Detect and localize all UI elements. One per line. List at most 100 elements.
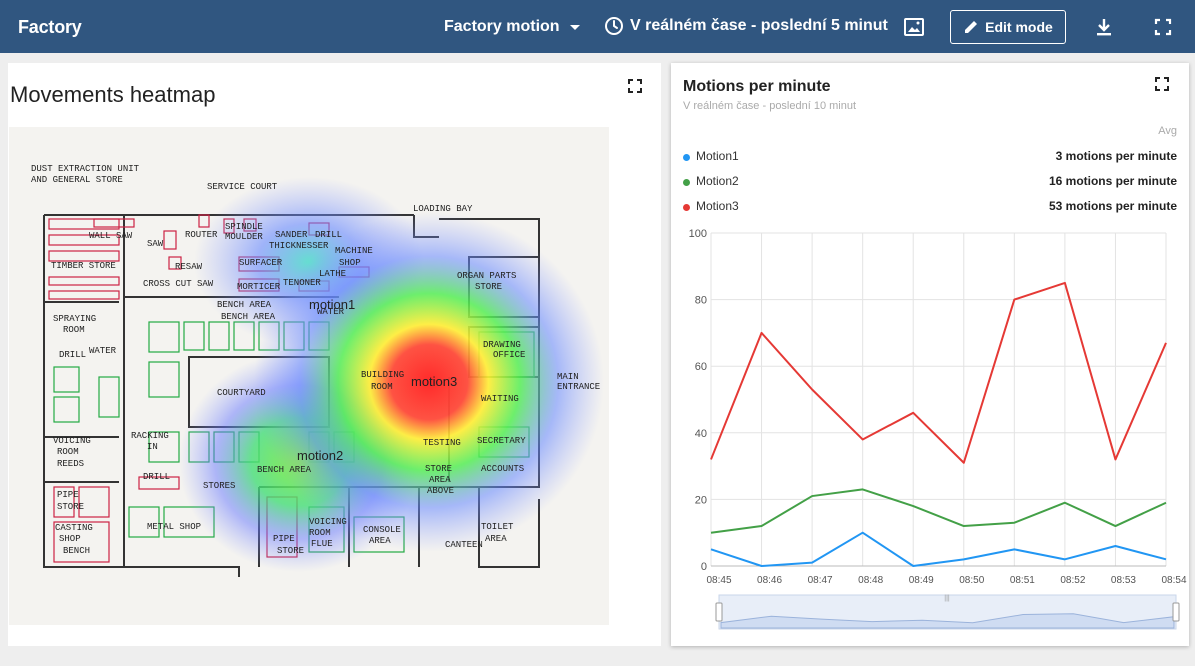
heatmap-fullscreen-button[interactable] xyxy=(628,79,642,98)
download-button[interactable] xyxy=(1092,15,1116,39)
range-navigator: ||| xyxy=(715,594,1180,630)
legend-color-dot xyxy=(683,204,690,211)
floor-plan-label: PIPE xyxy=(273,534,295,544)
series-line-motion1[interactable] xyxy=(710,531,1167,567)
floor-plan-label: ABOVE xyxy=(427,486,454,496)
floor-plan-label: AREA xyxy=(429,475,451,485)
dashboard-selector[interactable]: Factory motion xyxy=(444,18,580,36)
heatmap-title: Movements heatmap xyxy=(10,82,216,107)
floor-plan-label: ROOM xyxy=(309,528,331,538)
x-tick-label: 08:52 xyxy=(1060,575,1085,586)
floor-plan-label: BENCH AREA xyxy=(217,300,272,310)
floor-plan-label: TENONER xyxy=(283,278,321,288)
series-line-motion3[interactable] xyxy=(710,281,1167,464)
floor-plan-label: RACKING xyxy=(131,431,169,441)
floor-plan-label: CASTING xyxy=(55,523,93,533)
series-line-motion2[interactable] xyxy=(710,488,1167,534)
floor-plan-label: ACCOUNTS xyxy=(481,464,524,474)
image-button[interactable] xyxy=(902,15,926,39)
floor-plan-label: BENCH AREA xyxy=(257,465,312,475)
floor-plan-label: FLUE xyxy=(311,539,333,549)
legend-item-motion2[interactable]: Motion2 16 motions per minute xyxy=(683,174,1177,190)
floor-plan-label: TESTING xyxy=(423,438,461,448)
floor-plan-label: THICKNESSER xyxy=(269,241,329,251)
legend-series-name: Motion2 xyxy=(696,174,739,188)
floor-plan-label: ORGAN PARTS xyxy=(457,271,516,281)
floor-plan-label: LATHE xyxy=(319,269,346,279)
fullscreen-icon xyxy=(628,79,642,93)
legend-item-motion1[interactable]: Motion1 3 motions per minute xyxy=(683,149,1177,165)
y-tick-label: 40 xyxy=(695,428,707,440)
x-tick-label: 08:50 xyxy=(959,575,984,586)
floor-plan-label: CONSOLE xyxy=(363,525,401,535)
motion-sensor-marker[interactable]: motion1 xyxy=(309,297,355,312)
x-tick-label: 08:49 xyxy=(909,575,934,586)
edit-mode-label: Edit mode xyxy=(985,19,1053,35)
motion-sensor-marker[interactable]: motion3 xyxy=(411,374,457,389)
chevron-down-icon xyxy=(569,24,580,30)
floor-plan-label: AREA xyxy=(369,536,391,546)
y-tick-label: 100 xyxy=(689,228,707,240)
floor-plan-label: LOADING BAY xyxy=(413,204,473,214)
floor-plan-label: ROOM xyxy=(57,447,79,457)
floor-plan-label: AND GENERAL STORE xyxy=(31,175,123,185)
top-bar: Factory Factory motion V reálném čase - … xyxy=(0,0,1195,53)
legend-series-name: Motion3 xyxy=(696,199,739,213)
floor-plan-label: COURTYARD xyxy=(217,388,266,398)
floor-plan-label: STORE xyxy=(475,282,502,292)
floor-plan-label: DUST EXTRACTION UNIT xyxy=(31,164,140,174)
floor-plan-label: SPINDLE xyxy=(225,222,263,232)
floor-plan-label: MORTICER xyxy=(237,282,281,292)
navigator-left-handle[interactable] xyxy=(715,602,723,622)
floor-plan-label: SURFACER xyxy=(239,258,283,268)
chart-subtitle: V reálném čase - poslední 10 minut xyxy=(683,100,857,112)
floor-plan-label: WAITING xyxy=(481,394,519,404)
floor-plan-label: WALL SAW xyxy=(89,231,133,241)
motion-sensor-marker[interactable]: motion2 xyxy=(297,448,343,463)
heatmap-widget: Movements heatmap DUST EXTRACTION UNIT A… xyxy=(8,63,661,646)
floor-plan-label: DRAWING xyxy=(483,340,521,350)
floor-plan-label: REEDS xyxy=(57,459,84,469)
floor-plan-label: VOICING xyxy=(309,517,347,527)
floor-plan-label: IN xyxy=(147,442,158,452)
chart-fullscreen-button[interactable] xyxy=(1155,77,1169,96)
floor-plan-label: SANDER xyxy=(275,230,308,240)
chart-title: Motions per minute xyxy=(683,78,831,95)
edit-mode-button[interactable]: Edit mode xyxy=(950,10,1066,44)
clock-icon xyxy=(605,17,623,35)
time-range-selector[interactable]: V reálném čase - poslední 5 minut xyxy=(604,16,888,36)
legend-item-motion3[interactable]: Motion3 53 motions per minute xyxy=(683,199,1177,215)
y-tick-label: 20 xyxy=(695,494,707,506)
floor-plan-label: ENTRANCE xyxy=(557,382,600,392)
navigator-right-handle[interactable] xyxy=(1172,602,1180,622)
legend-color-dot xyxy=(683,154,690,161)
floor-plan-label: CANTEEN xyxy=(445,540,483,550)
floor-plan-label: OFFICE xyxy=(493,350,525,360)
floor-plan-label: ROOM xyxy=(371,382,393,392)
navigator-grip-icon[interactable]: ||| xyxy=(944,595,950,602)
x-tick-label: 08:54 xyxy=(1161,575,1186,586)
floor-plan-label: METAL SHOP xyxy=(147,522,201,532)
chart-widget: Motions per minute V reálném čase - posl… xyxy=(671,63,1189,646)
floor-plan-label: PIPE xyxy=(57,490,79,500)
floor-plan-label: VOICING xyxy=(53,436,91,446)
floor-plan-label: SHOP xyxy=(59,534,81,544)
floor-plan-label: MACHINE xyxy=(335,246,373,256)
floor-plan-label: SPRAYING xyxy=(53,314,96,324)
floor-plan-label: SAW xyxy=(147,239,164,249)
floor-plan-label: DRILL xyxy=(143,472,170,482)
floor-plan-label: WATER xyxy=(89,346,117,356)
floor-plan-label: AREA xyxy=(485,534,507,544)
floor-plan-label: RESAW xyxy=(175,262,203,272)
floor-plan-label: BENCH AREA xyxy=(221,312,276,322)
floor-plan-label: ROUTER xyxy=(185,230,218,240)
x-tick-label: 08:51 xyxy=(1010,575,1035,586)
floor-plan-label: DRILL xyxy=(59,350,86,360)
fullscreen-icon xyxy=(1154,18,1172,36)
floor-plan-label: BENCH xyxy=(63,546,90,556)
fullscreen-button[interactable] xyxy=(1151,15,1175,39)
floor-plan-drawing: DUST EXTRACTION UNITAND GENERAL STORE SER… xyxy=(9,127,609,625)
floor-plan-label: SERVICE COURT xyxy=(207,182,278,192)
floor-plan-label: SECRETARY xyxy=(477,436,526,446)
dashboard-name: Factory motion xyxy=(444,18,560,35)
